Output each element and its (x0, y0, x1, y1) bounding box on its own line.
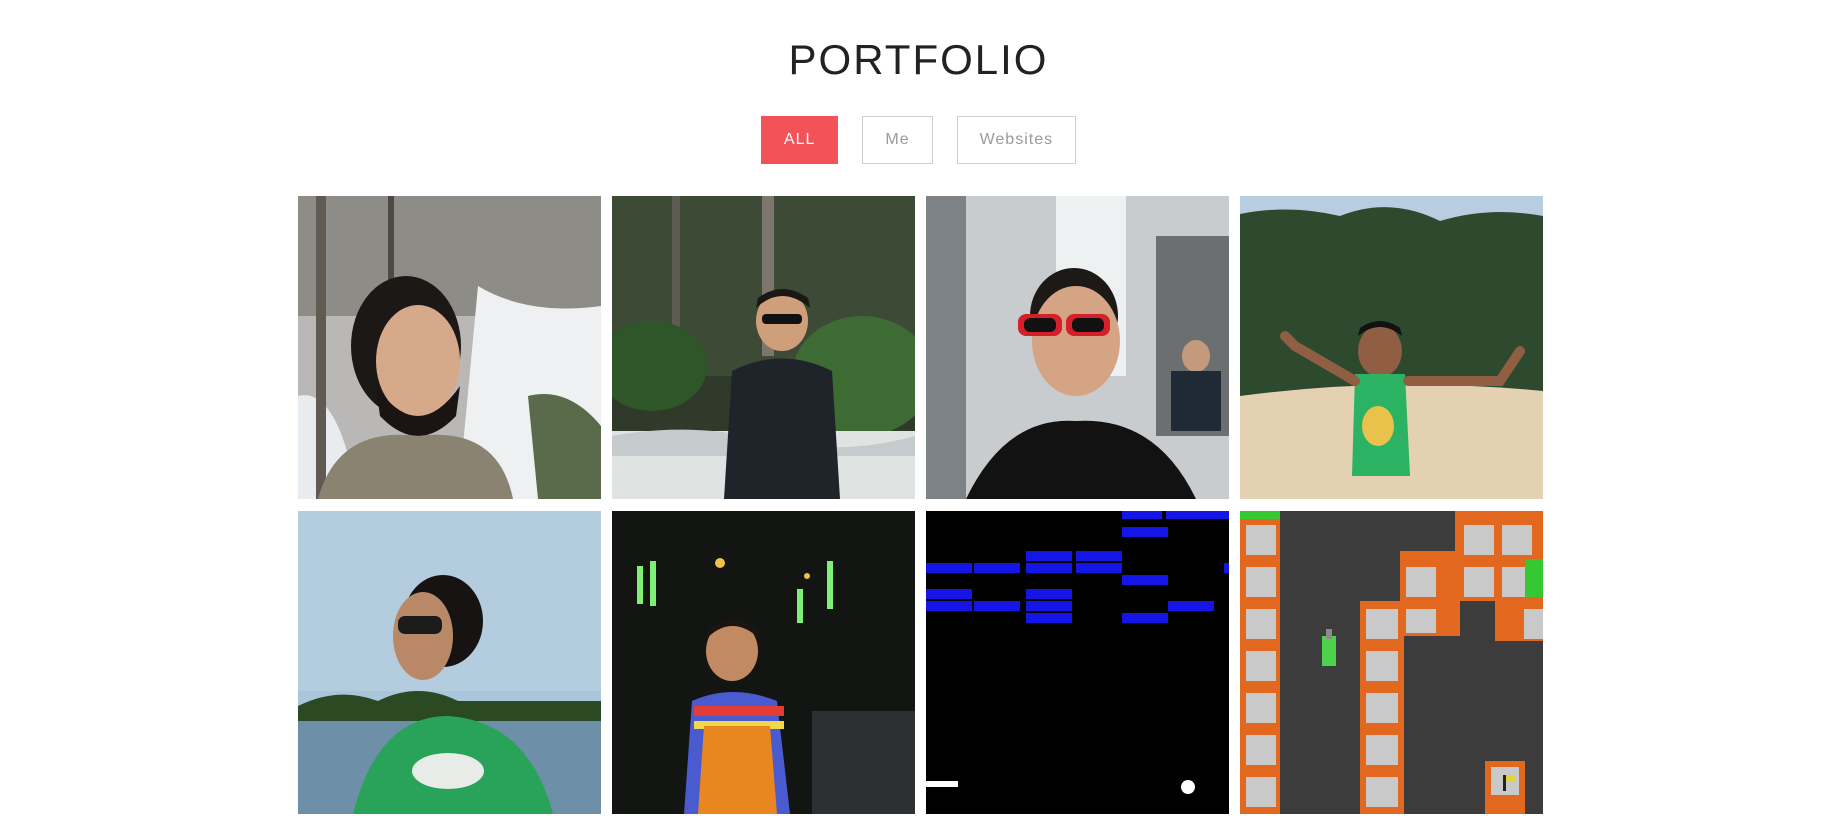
portfolio-item-child-night[interactable] (612, 511, 915, 814)
maze-game-image (1240, 511, 1543, 814)
portfolio-item-river-forest[interactable] (612, 196, 915, 499)
brick-game-image (926, 511, 1229, 814)
page-title: PORTFOLIO (788, 36, 1049, 84)
portfolio-filters: ALL Me Websites (0, 116, 1837, 164)
filter-all-button[interactable]: ALL (760, 116, 839, 164)
child-night-image (612, 511, 915, 814)
filter-me-button[interactable]: Me (862, 116, 933, 164)
waterfall-image (926, 196, 1229, 499)
river-forest-image (612, 196, 915, 499)
portfolio-item-beach-dance[interactable] (1240, 196, 1543, 499)
portfolio-item-waterfall[interactable] (926, 196, 1229, 499)
portfolio-item-brick-game[interactable] (926, 511, 1229, 814)
lake-image (298, 511, 601, 814)
beach-dance-image (1240, 196, 1543, 499)
filter-websites-button[interactable]: Websites (956, 116, 1077, 164)
portfolio-item-maze-game[interactable] (1240, 511, 1543, 814)
portfolio-grid (298, 196, 1543, 814)
snow-selfie-image (298, 196, 601, 499)
portfolio-item-lake[interactable] (298, 511, 601, 814)
portfolio-item-snow-selfie[interactable] (298, 196, 601, 499)
